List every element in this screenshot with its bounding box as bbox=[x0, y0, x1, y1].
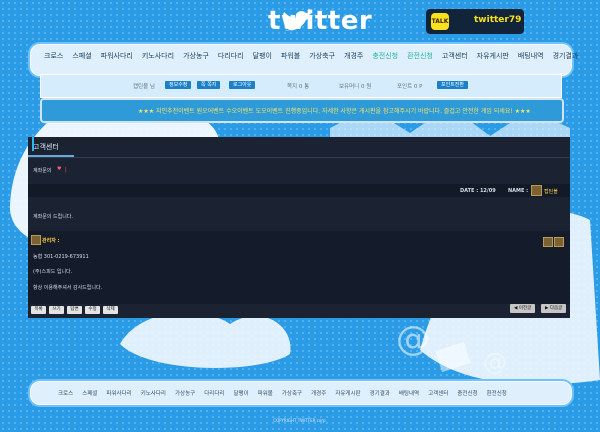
footer-item-virtual-soccer[interactable]: 가상축구 bbox=[282, 389, 302, 397]
nav-item-special[interactable]: 스페셜 bbox=[72, 51, 91, 61]
reply-line-2: (주)스피드 입니다. bbox=[33, 269, 73, 275]
nav-item-free-board[interactable]: 자유게시판 bbox=[477, 51, 509, 61]
point-balance: 포인트 0 P bbox=[397, 84, 423, 90]
money-balance: 보유머니 0 원 bbox=[339, 84, 372, 90]
footer-item-keno-ladder[interactable]: 키노사다리 bbox=[141, 389, 166, 397]
footer-item-cross[interactable]: 크로스 bbox=[58, 389, 73, 397]
admin-avatar bbox=[31, 235, 41, 245]
reply-button[interactable]: 답변 bbox=[67, 306, 82, 314]
user-greeting: 캡틴볼 님 bbox=[133, 84, 155, 90]
reply-author: 관리자 : bbox=[42, 238, 60, 244]
panel-title: 고객센터 bbox=[33, 143, 59, 151]
footer-item-free-board[interactable]: 자유게시판 bbox=[335, 389, 360, 397]
list-button[interactable]: 목록 bbox=[31, 306, 46, 314]
notice-marquee: ★★★ 지인추천이벤트 원오어벤트 수오이벤트 도오이벤트 진행중입니다. 자세… bbox=[40, 98, 564, 123]
nav-item-deposit[interactable]: 충전신청 bbox=[372, 51, 398, 61]
footer-item-daridari[interactable]: 다리다리 bbox=[204, 389, 224, 397]
kakao-talk-contact[interactable]: TALK twitter79 bbox=[426, 9, 524, 34]
nav-item-powerball[interactable]: 파워볼 bbox=[281, 51, 300, 61]
reply-line-1: 농협 301-0219-673911 bbox=[33, 254, 89, 260]
footer-item-customer-center[interactable]: 고객센터 bbox=[428, 389, 448, 397]
kakao-talk-icon: TALK bbox=[431, 13, 449, 30]
post-meta-bar: DATE : 12/09 NAME : 캡틴볼 bbox=[28, 184, 570, 197]
footer-item-power-ladder[interactable]: 파워사다리 bbox=[106, 389, 131, 397]
footer-item-results[interactable]: 경기결과 bbox=[370, 389, 390, 397]
reply-line-3: 항상 이용해주셔서 감사드립니다. bbox=[33, 285, 103, 291]
post-author: 캡틴볼 bbox=[544, 189, 558, 195]
footer-item-virtual-basketball[interactable]: 가상농구 bbox=[175, 389, 195, 397]
reply-delete-icon[interactable] bbox=[554, 237, 564, 247]
at-sign-icon: @ @ bbox=[396, 319, 507, 376]
main-nav: 크로스 스페셜 파워사다리 키노사다리 가상농구 다리다리 달팽이 파워볼 가상… bbox=[44, 51, 587, 61]
reply-edit-icon[interactable] bbox=[543, 237, 553, 247]
footer-item-dog-race[interactable]: 개경주 bbox=[311, 389, 326, 397]
post-name-label: NAME : bbox=[508, 188, 529, 194]
prev-post-button[interactable]: ◀ 이전글 bbox=[510, 304, 536, 313]
delete-button[interactable]: 삭제 bbox=[103, 306, 118, 314]
nav-item-cross[interactable]: 크로스 bbox=[44, 51, 63, 61]
post-date: DATE : 12/09 bbox=[460, 188, 496, 194]
title-divider bbox=[28, 157, 570, 158]
nav-item-virtual-soccer[interactable]: 가상축구 bbox=[309, 51, 335, 61]
footer-nav: 크로스 스페셜 파워사다리 키노사다리 가상농구 다리다리 달팽이 파워볼 가상… bbox=[58, 389, 516, 397]
footer-item-special[interactable]: 스페셜 bbox=[82, 389, 97, 397]
nav-item-dog-race[interactable]: 개경주 bbox=[344, 51, 363, 61]
user-info-bar: 캡틴볼 님 정보수정 쪽 쪽지 로그아웃 쪽지 0 통 보유머니 0 원 포인트… bbox=[40, 74, 562, 98]
point-convert-button[interactable]: 포인트전환 bbox=[437, 81, 469, 89]
footer-item-withdraw[interactable]: 환전신청 bbox=[487, 389, 507, 397]
author-avatar bbox=[531, 185, 542, 196]
write-button[interactable]: 쓰기 bbox=[49, 306, 64, 314]
messages-button[interactable]: 쪽 쪽지 bbox=[197, 81, 221, 89]
admin-reply: 관리자 : 농협 301-0219-673911 (주)스피드 입니다. 항상 … bbox=[28, 231, 570, 304]
svg-text:@: @ bbox=[396, 319, 430, 359]
title-underline bbox=[28, 155, 74, 157]
kakao-id-text: twitter79 bbox=[474, 15, 522, 25]
nav-item-power-ladder[interactable]: 파워사다리 bbox=[101, 51, 133, 61]
edit-profile-button[interactable]: 정보수정 bbox=[165, 81, 192, 89]
footer-item-snail[interactable]: 달팽이 bbox=[234, 389, 249, 397]
site-logo-text[interactable]: twitter bbox=[268, 6, 372, 36]
nav-item-customer-center[interactable]: 고객센터 bbox=[442, 51, 468, 61]
post-body: 계좌문의 드립니다. bbox=[33, 214, 73, 220]
footer-item-bet-history[interactable]: 배팅내역 bbox=[399, 389, 419, 397]
heart-icon: ♥ bbox=[57, 166, 62, 172]
edit-button[interactable]: 수정 bbox=[85, 306, 100, 314]
svg-text:@: @ bbox=[483, 348, 507, 376]
nav-item-withdraw[interactable]: 환전신청 bbox=[407, 51, 433, 61]
nav-item-snail[interactable]: 달팽이 bbox=[253, 51, 272, 61]
nav-item-results[interactable]: 경기결과 bbox=[553, 51, 579, 61]
notice-text: ★★★ 지인추천이벤트 원오어벤트 수오이벤트 도오이벤트 진행중입니다. 자세… bbox=[138, 108, 531, 115]
nav-item-bet-history[interactable]: 배팅내역 bbox=[518, 51, 544, 61]
message-count: 쪽지 0 통 bbox=[287, 84, 310, 90]
nav-item-keno-ladder[interactable]: 키노사다리 bbox=[142, 51, 174, 61]
status-marker: | bbox=[65, 167, 67, 173]
footer-item-deposit[interactable]: 충전신청 bbox=[457, 389, 477, 397]
nav-item-virtual-basketball[interactable]: 가상농구 bbox=[183, 51, 209, 61]
logout-button[interactable]: 로그아웃 bbox=[229, 81, 256, 89]
nav-item-daridari[interactable]: 다리다리 bbox=[218, 51, 244, 61]
next-post-button[interactable]: ▶ 다음글 bbox=[541, 304, 567, 313]
copyright-text: COPYRIGHT TWITTER corp. bbox=[273, 418, 327, 423]
post-subject: 계좌문의 bbox=[33, 168, 52, 174]
footer-item-powerball[interactable]: 파워볼 bbox=[258, 389, 273, 397]
